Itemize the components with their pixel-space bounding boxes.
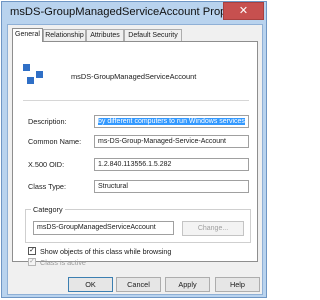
show-objects-label: Show objects of this class while browsin… [40,247,172,256]
close-icon: ✕ [238,5,249,17]
category-group: Category msDS-GroupManagedServiceAccount… [25,205,251,243]
tab-general[interactable]: General [12,28,43,42]
tab-relationship-label: Relationship [45,32,84,39]
x500-oid-field[interactable]: 1.2.840.113556.1.5.282 [94,158,249,171]
category-field[interactable]: msDS-GroupManagedServiceAccount [33,221,174,235]
common-name-label: Common Name: [28,137,82,146]
common-name-field[interactable]: ms-DS-Group-Managed-Service-Account [94,135,249,148]
class-icon-square [36,71,43,78]
class-icon-square [27,77,34,84]
properties-dialog: msDS-GroupManagedServiceAccount Properti… [1,1,267,298]
tab-default-security-label: Default Security [128,32,178,39]
ok-button-label: OK [85,280,96,289]
description-value: by different computers to run Windows se… [98,118,245,125]
apply-button[interactable]: Apply [165,277,210,292]
class-active-label: Class is active [40,258,86,267]
close-button[interactable]: ✕ [223,2,264,20]
cancel-button[interactable]: Cancel [116,277,161,292]
class-name: msDS-GroupManagedServiceAccount [71,72,197,81]
window-title: msDS-GroupManagedServiceAccount Properti… [10,6,254,18]
general-tab-panel: msDS-GroupManagedServiceAccount Descript… [12,41,258,267]
class-icon-square [23,64,30,71]
description-field[interactable]: by different computers to run Windows se… [94,115,249,128]
ok-button[interactable]: OK [68,277,113,292]
category-value: msDS-GroupManagedServiceAccount [37,224,156,231]
class-type-label: Class Type: [28,182,66,191]
cancel-button-label: Cancel [127,280,150,289]
class-type-value: Structural [98,183,128,190]
change-button[interactable]: Change... [182,221,244,236]
tab-attributes-label: Attributes [90,32,120,39]
dialog-client-area: General Relationship Attributes Default … [7,24,263,295]
apply-button-label: Apply [178,280,197,289]
description-label: Description: [28,117,67,126]
common-name-value: ms-DS-Group-Managed-Service-Account [98,138,226,145]
tab-relationship[interactable]: Relationship [43,29,86,41]
tab-general-label: General [15,31,40,38]
class-active-checkbox: ✓ [28,258,36,266]
help-button[interactable]: Help [215,277,260,292]
change-button-label: Change... [197,225,229,232]
tab-default-security[interactable]: Default Security [124,29,182,41]
show-objects-checkbox[interactable]: ✓ [28,247,36,255]
class-type-field[interactable]: Structural [94,180,249,193]
title-bar[interactable]: msDS-GroupManagedServiceAccount Properti… [2,2,266,24]
x500-oid-label: X.500 OID: [28,160,65,169]
category-group-label: Category [31,205,65,214]
x500-oid-value: 1.2.840.113556.1.5.282 [98,161,172,168]
class-icon [23,64,45,86]
divider [23,100,249,101]
help-button-label: Help [229,280,245,289]
tab-attributes[interactable]: Attributes [86,29,124,41]
